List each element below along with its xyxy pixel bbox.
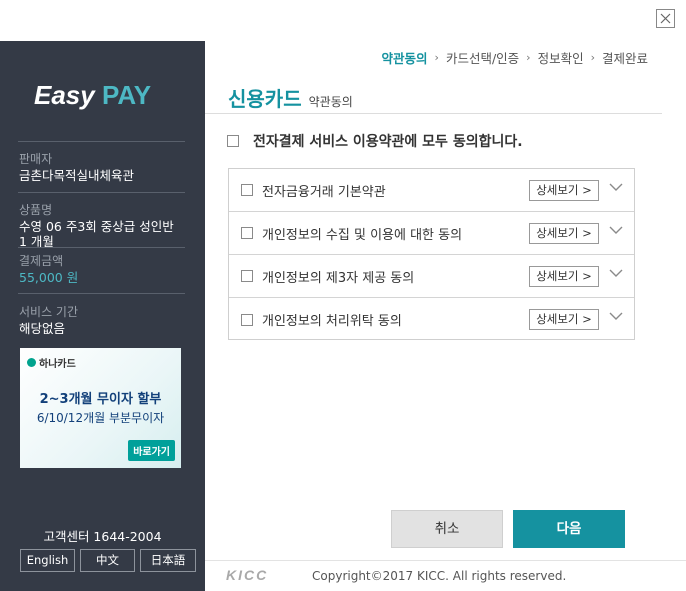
chevron-down-icon[interactable] — [609, 183, 623, 192]
term-checkbox[interactable] — [241, 227, 253, 239]
service-period-label: 서비스 기간 — [19, 305, 79, 319]
terms-list: 전자금융거래 기본약관 상세보기 > 개인정보의 수집 및 이용에 대한 동의 … — [228, 168, 635, 340]
view-detail-button[interactable]: 상세보기 > — [529, 179, 599, 201]
callcenter-info: 고객센터 1644-2004 — [43, 529, 162, 544]
banner-brand: 하나카드 — [39, 359, 76, 370]
banner-subline: 6/10/12개월 부분무이자 — [36, 411, 165, 425]
page-subtitle: 약관동의 — [308, 95, 353, 109]
agree-all-row[interactable]: 전자결제 서비스 이용약관에 모두 동의합니다. — [227, 131, 523, 151]
order-sidebar: Easy PAY 판매자 금촌다목적실내체육관 상품명 수영 06 주3회 중상… — [0, 41, 205, 591]
lang-english-button[interactable]: English — [20, 549, 75, 572]
step-terms: 약관동의 — [381, 51, 428, 66]
term-checkbox[interactable] — [241, 270, 253, 282]
seller-value: 금촌다목적실내체육관 — [19, 168, 135, 183]
term-checkbox[interactable] — [241, 184, 253, 196]
term-label: 전자금융거래 기본약관 — [262, 184, 386, 200]
banner-go-button[interactable]: 바로가기 — [128, 440, 175, 461]
lang-chinese-button[interactable]: 中文 — [80, 549, 135, 572]
cancel-button[interactable]: 취소 — [391, 510, 503, 548]
page-heading: 신용카드 약관동의 — [228, 83, 353, 112]
svg-text:PAY: PAY — [102, 80, 151, 110]
term-row: 개인정보의 수집 및 이용에 대한 동의 상세보기 > — [229, 212, 634, 255]
term-row: 전자금융거래 기본약관 상세보기 > — [229, 169, 634, 212]
product-label: 상품명 — [19, 203, 53, 217]
page-title: 신용카드 — [228, 87, 302, 111]
agree-all-label: 전자결제 서비스 이용약관에 모두 동의합니다. — [253, 134, 523, 150]
term-checkbox[interactable] — [241, 313, 253, 326]
step-card-select: 카드선택/인증 — [445, 51, 520, 66]
close-icon — [660, 13, 671, 24]
term-label: 개인정보의 수집 및 이용에 대한 동의 — [262, 227, 463, 243]
chevron-down-icon[interactable] — [609, 312, 623, 321]
hanacard-logo-icon — [27, 358, 36, 367]
term-row: 개인정보의 처리위탁 동의 상세보기 > — [229, 298, 634, 341]
step-complete: 결제완료 — [601, 51, 648, 66]
view-detail-button[interactable]: 상세보기 > — [529, 222, 599, 244]
view-detail-button[interactable]: 상세보기 > — [529, 309, 599, 330]
kicc-logo: KICC — [226, 568, 268, 582]
term-label: 개인정보의 처리위탁 동의 — [262, 314, 402, 329]
svg-text:Easy: Easy — [34, 80, 96, 110]
easypay-logo: Easy PAY — [34, 80, 151, 110]
sidebar-divider — [18, 192, 185, 193]
service-period-value: 해당없음 — [19, 321, 66, 336]
sidebar-divider — [18, 247, 185, 248]
chevron-down-icon[interactable] — [609, 269, 623, 278]
hanacard-logo: 하나카드 — [27, 355, 76, 370]
term-row: 개인정보의 제3자 제공 동의 상세보기 > — [229, 255, 634, 298]
progress-steps: 약관동의 › 카드선택/인증 › 정보확인 › 결제완료 — [382, 48, 648, 67]
sidebar-divider — [18, 293, 185, 294]
agree-all-checkbox[interactable] — [227, 135, 239, 147]
chevron-down-icon[interactable] — [609, 226, 623, 235]
title-divider — [205, 113, 662, 114]
svg-text:KICC: KICC — [226, 568, 268, 582]
amount-label: 결제금액 — [19, 254, 64, 268]
copyright-text: Copyright©2017 KICC. All rights reserved… — [312, 569, 567, 583]
product-value: 수영 06 주3회 중상급 성인반 1 개월 — [19, 219, 174, 249]
chevron-right-icon: › — [434, 51, 439, 64]
banner-headline: 2~3개월 무이자 할부 — [39, 392, 162, 407]
step-confirm: 정보확인 — [537, 51, 584, 66]
seller-label: 판매자 — [19, 152, 53, 166]
term-label: 개인정보의 제3자 제공 동의 — [262, 270, 415, 286]
view-detail-button[interactable]: 상세보기 > — [529, 265, 599, 287]
close-button[interactable] — [656, 9, 675, 28]
chevron-right-icon: › — [590, 51, 595, 64]
amount-value: 55,000 원 — [19, 270, 79, 285]
chevron-right-icon: › — [526, 51, 531, 64]
lang-japanese-button[interactable]: 日本語 — [140, 549, 196, 572]
footer-divider — [205, 560, 686, 561]
promo-banner[interactable]: 하나카드 2~3개월 무이자 할부 6/10/12개월 부분무이자 바로가기 — [20, 348, 181, 468]
sidebar-divider — [18, 141, 185, 142]
next-button[interactable]: 다음 — [513, 510, 625, 548]
